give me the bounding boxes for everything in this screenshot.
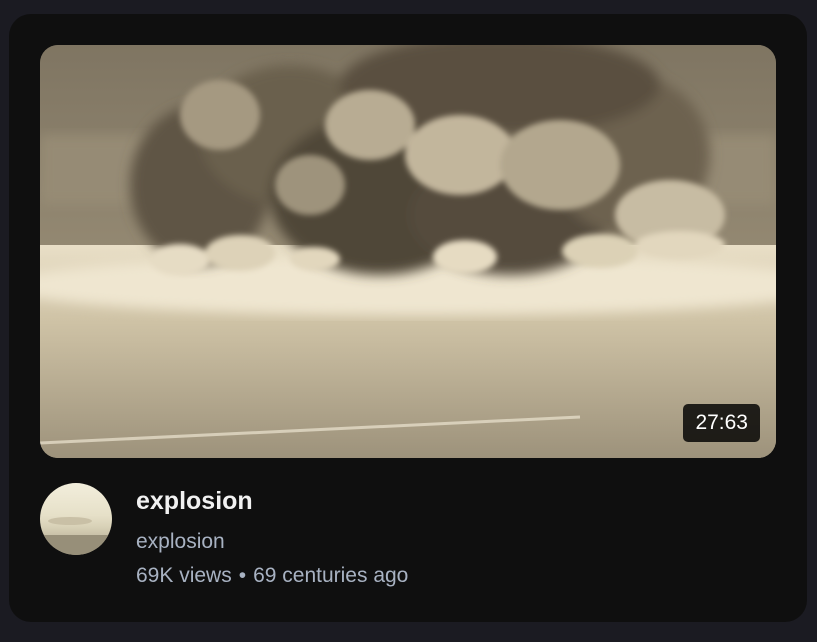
video-card: 27:63 explosion explosion 69K views • 69 c… bbox=[9, 14, 807, 622]
video-stats: 69K views • 69 centuries ago bbox=[136, 563, 776, 589]
duration-badge: 27:63 bbox=[683, 404, 760, 442]
channel-name[interactable]: explosion bbox=[136, 529, 776, 555]
view-count: 69K views bbox=[136, 564, 232, 587]
video-meta: explosion explosion 69K views • 69 centuri… bbox=[136, 485, 776, 589]
upload-age: 69 centuries ago bbox=[253, 564, 409, 587]
separator-dot: • bbox=[238, 564, 247, 587]
channel-avatar[interactable] bbox=[40, 483, 112, 555]
explosion-thumbnail-image bbox=[40, 45, 776, 458]
channel-avatar-icon bbox=[40, 483, 112, 555]
video-thumbnail[interactable]: 27:63 bbox=[40, 45, 776, 458]
video-title[interactable]: explosion bbox=[136, 485, 776, 517]
